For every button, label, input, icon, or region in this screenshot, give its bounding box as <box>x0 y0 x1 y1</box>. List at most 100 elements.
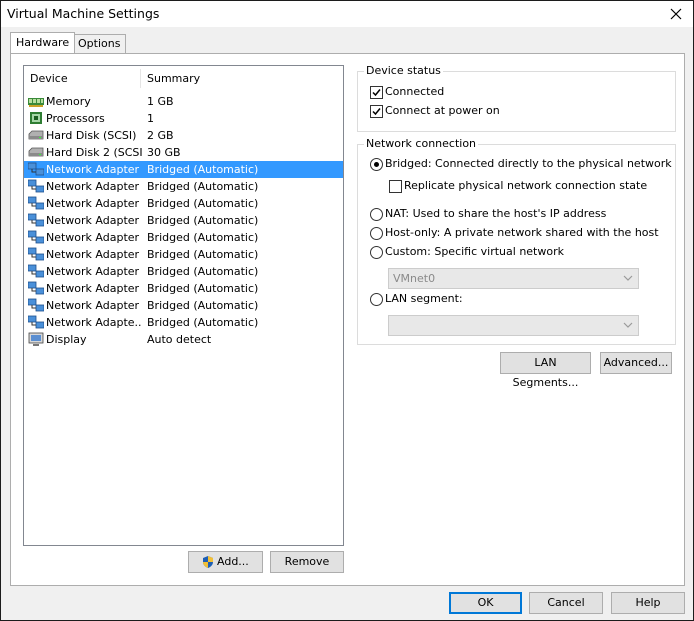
device-row-display[interactable]: Display Auto detect <box>24 331 343 348</box>
network-adapter-icon <box>27 162 45 177</box>
radio-selected-dot <box>374 162 379 167</box>
device-summary: Bridged (Automatic) <box>147 197 259 210</box>
device-name: Network Adapter 2 <box>46 180 142 193</box>
ok-button-label: OK <box>477 596 494 609</box>
device-summary: Bridged (Automatic) <box>147 163 259 176</box>
close-button[interactable] <box>659 1 693 27</box>
host-only-label[interactable]: Host-only: A private network shared with… <box>385 226 659 239</box>
lan-segments-button[interactable]: LAN Segments... <box>500 352 591 389</box>
cancel-button[interactable]: Cancel <box>529 592 603 614</box>
device-row-memory[interactable]: Memory 1 GB <box>24 93 343 110</box>
device-summary: Auto detect <box>147 333 212 346</box>
tab-options[interactable]: Options <box>72 34 127 53</box>
device-row-network-adapter-6[interactable]: Network Adapter 6 Bridged (Automatic) <box>24 246 343 263</box>
help-button-label: Help <box>635 596 661 609</box>
advanced-button[interactable]: Advanced... <box>600 352 672 374</box>
network-adapter-icon <box>27 281 45 296</box>
custom-network-select[interactable]: VMnet0 <box>388 268 639 289</box>
device-row-network-adapter-4[interactable]: Network Adapter 4 Bridged (Automatic) <box>24 212 343 229</box>
memory-icon <box>28 94 44 109</box>
custom-radio[interactable] <box>370 246 383 259</box>
advanced-button-label: Advanced... <box>603 356 669 369</box>
host-only-radio[interactable] <box>370 227 383 240</box>
tab-hardware-label: Hardware <box>16 36 70 49</box>
close-icon <box>670 8 682 20</box>
add-device-button-label: Add... <box>217 555 249 568</box>
device-summary: Bridged (Automatic) <box>147 180 259 193</box>
lan-segment-label[interactable]: LAN segment: <box>385 292 463 305</box>
device-name: Network Adapte... <box>46 316 142 329</box>
device-row-hard-disk-2[interactable]: Hard Disk 2 (SCSI) 30 GB <box>24 144 343 161</box>
chevron-down-icon <box>623 322 633 328</box>
device-name: Hard Disk 2 (SCSI) <box>46 146 142 159</box>
device-row-processors[interactable]: Processors 1 <box>24 110 343 127</box>
device-row-network-adapter-10[interactable]: Network Adapte... Bridged (Automatic) <box>24 314 343 331</box>
custom-label[interactable]: Custom: Specific virtual network <box>385 245 564 258</box>
shield-icon <box>203 556 213 568</box>
device-row-network-adapter-7[interactable]: Network Adapter 7 Bridged (Automatic) <box>24 263 343 280</box>
column-header-summary[interactable]: Summary <box>141 66 341 90</box>
device-row-network-adapter-2[interactable]: Network Adapter 2 Bridged (Automatic) <box>24 178 343 195</box>
nat-label[interactable]: NAT: Used to share the host's IP address <box>385 207 606 220</box>
network-adapter-icon <box>27 213 45 228</box>
device-name: Processors <box>46 112 105 125</box>
connected-label[interactable]: Connected <box>385 85 444 98</box>
connect-at-power-on-label[interactable]: Connect at power on <box>385 104 500 117</box>
hard-disk-icon <box>28 128 44 143</box>
device-row-network-adapter-8[interactable]: Network Adapter 8 Bridged (Automatic) <box>24 280 343 297</box>
device-row-network-adapter-3[interactable]: Network Adapter 3 Bridged (Automatic) <box>24 195 343 212</box>
nat-radio[interactable] <box>370 208 383 221</box>
device-name: Network Adapter 8 <box>46 282 142 295</box>
device-summary: Bridged (Automatic) <box>147 231 259 244</box>
device-status-group: Device status Connected Connect at power… <box>357 64 676 132</box>
remove-device-button[interactable]: Remove <box>270 551 344 573</box>
device-summary: Bridged (Automatic) <box>147 214 259 227</box>
device-summary: 1 <box>147 112 154 125</box>
device-list[interactable]: Device Summary Memory 1 GB Processors 1 … <box>23 65 344 546</box>
device-name: Hard Disk (SCSI) <box>46 129 137 142</box>
column-header-device[interactable]: Device <box>24 66 140 90</box>
chevron-down-icon <box>623 275 633 281</box>
lan-segment-radio[interactable] <box>370 293 383 306</box>
add-device-button[interactable]: Add... <box>188 551 263 573</box>
bridged-radio[interactable] <box>370 158 383 171</box>
device-name: Network Adapter <box>46 163 140 176</box>
device-summary: 1 GB <box>147 95 174 108</box>
hard-disk-icon <box>28 145 44 160</box>
network-connection-title: Network connection <box>364 137 479 150</box>
device-row-network-adapter[interactable]: Network Adapter Bridged (Automatic) <box>24 161 343 178</box>
processor-icon <box>28 111 44 126</box>
tab-hardware[interactable]: Hardware <box>10 32 76 53</box>
device-summary: Bridged (Automatic) <box>147 265 259 278</box>
device-row-network-adapter-5[interactable]: Network Adapter 5 Bridged (Automatic) <box>24 229 343 246</box>
replicate-state-checkbox[interactable] <box>389 180 402 193</box>
help-button[interactable]: Help <box>611 592 685 614</box>
cancel-button-label: Cancel <box>547 596 585 609</box>
bridged-label[interactable]: Bridged: Connected directly to the physi… <box>385 157 672 170</box>
device-name: Network Adapter 5 <box>46 231 142 244</box>
replicate-state-label[interactable]: Replicate physical network connection st… <box>404 179 647 192</box>
window-title: Virtual Machine Settings <box>7 6 160 21</box>
device-summary: Bridged (Automatic) <box>147 248 259 261</box>
device-name: Display <box>46 333 87 346</box>
connect-at-power-on-checkbox[interactable] <box>370 105 383 118</box>
tab-options-label: Options <box>78 37 121 50</box>
device-summary: 2 GB <box>147 129 174 142</box>
ok-button[interactable]: OK <box>449 592 522 614</box>
custom-network-value: VMnet0 <box>393 272 436 285</box>
network-adapter-icon <box>27 315 45 330</box>
check-icon <box>372 89 381 97</box>
network-adapter-icon <box>27 230 45 245</box>
device-row-hard-disk[interactable]: Hard Disk (SCSI) 2 GB <box>24 127 343 144</box>
network-adapter-icon <box>27 298 45 313</box>
device-name: Network Adapter 6 <box>46 248 142 261</box>
network-adapter-icon <box>27 264 45 279</box>
title-bar: Virtual Machine Settings <box>1 1 693 27</box>
device-row-network-adapter-9[interactable]: Network Adapter 9 Bridged (Automatic) <box>24 297 343 314</box>
lan-segments-button-label: LAN Segments... <box>512 356 579 389</box>
device-status-title: Device status <box>364 64 443 77</box>
lan-segment-select[interactable] <box>388 315 639 336</box>
connected-checkbox[interactable] <box>370 86 383 99</box>
column-header-summary-label: Summary <box>147 72 201 85</box>
network-adapter-icon <box>27 196 45 211</box>
